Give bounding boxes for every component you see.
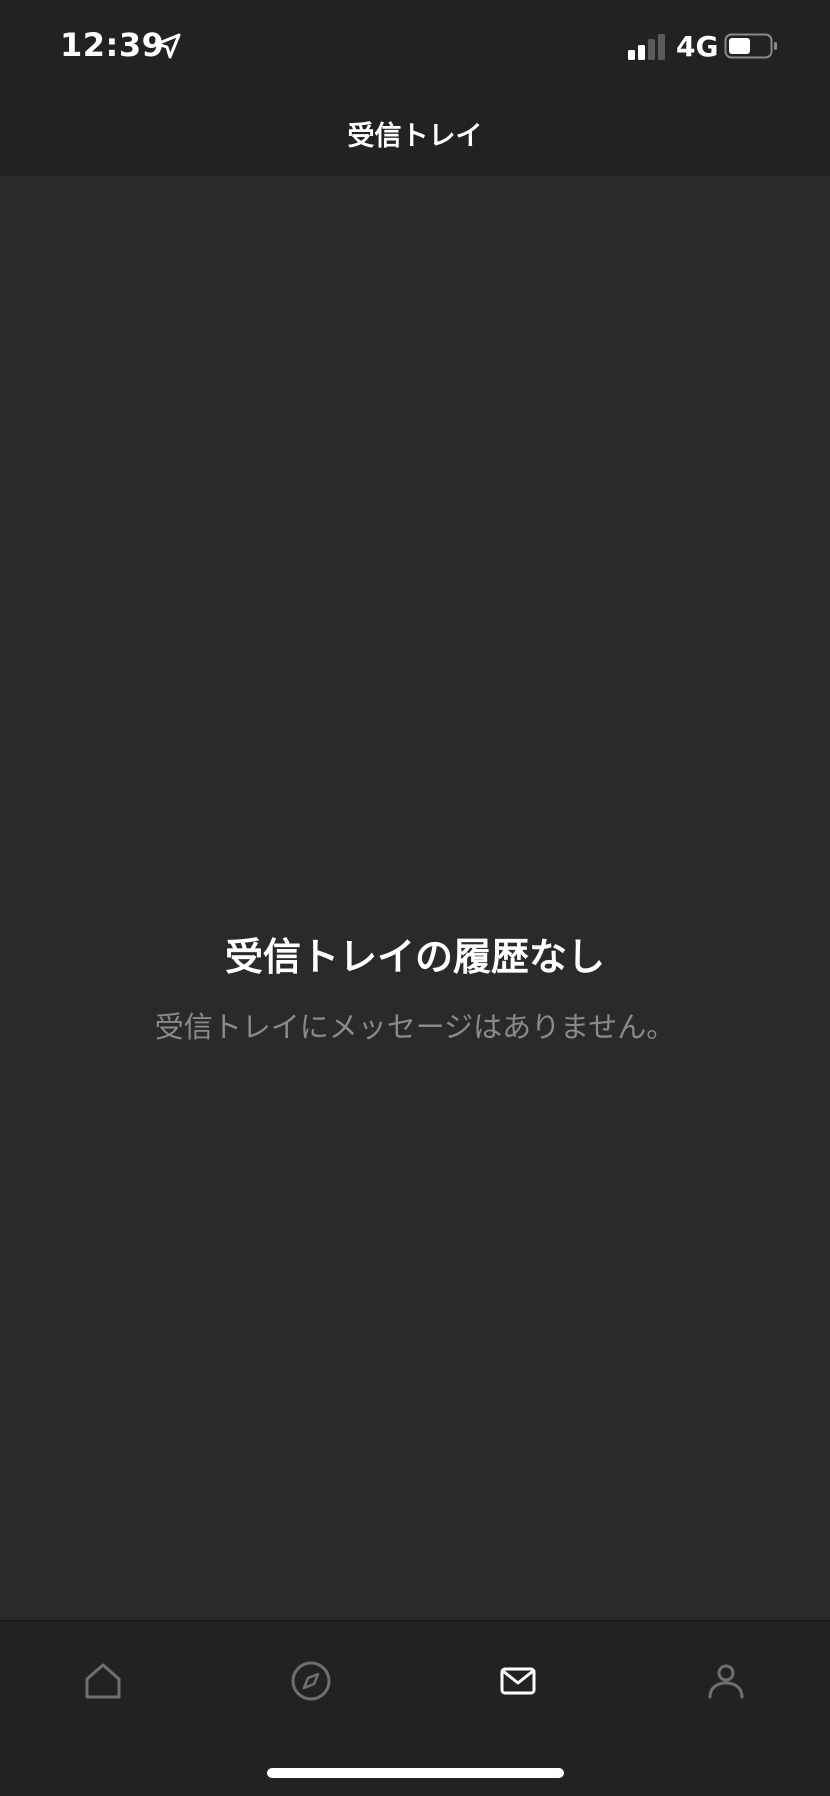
home-indicator[interactable]: [267, 1768, 564, 1778]
tab-explore[interactable]: [283, 1653, 339, 1709]
status-time: 12:39: [60, 26, 165, 64]
nav-header: 受信トレイ: [0, 96, 830, 176]
mail-icon: [490, 1653, 546, 1709]
battery-icon: [724, 33, 778, 59]
compass-icon: [283, 1653, 339, 1709]
network-type: 4G: [676, 30, 719, 63]
tab-profile[interactable]: [698, 1653, 754, 1709]
location-arrow-icon: [154, 32, 182, 60]
empty-state-message: 受信トレイにメッセージはありません。: [154, 1010, 676, 1044]
page-title: 受信トレイ: [347, 121, 483, 152]
status-bar: 12:39 4G: [0, 0, 830, 96]
empty-state-title: 受信トレイの履歴なし: [224, 935, 605, 979]
person-icon: [698, 1653, 754, 1709]
cellular-signal-icon: [628, 34, 668, 60]
inbox-content: 受信トレイの履歴なし 受信トレイにメッセージはありません。: [0, 176, 830, 1620]
tab-inbox[interactable]: [490, 1653, 546, 1709]
home-icon: [75, 1653, 131, 1709]
tab-home[interactable]: [75, 1653, 131, 1709]
